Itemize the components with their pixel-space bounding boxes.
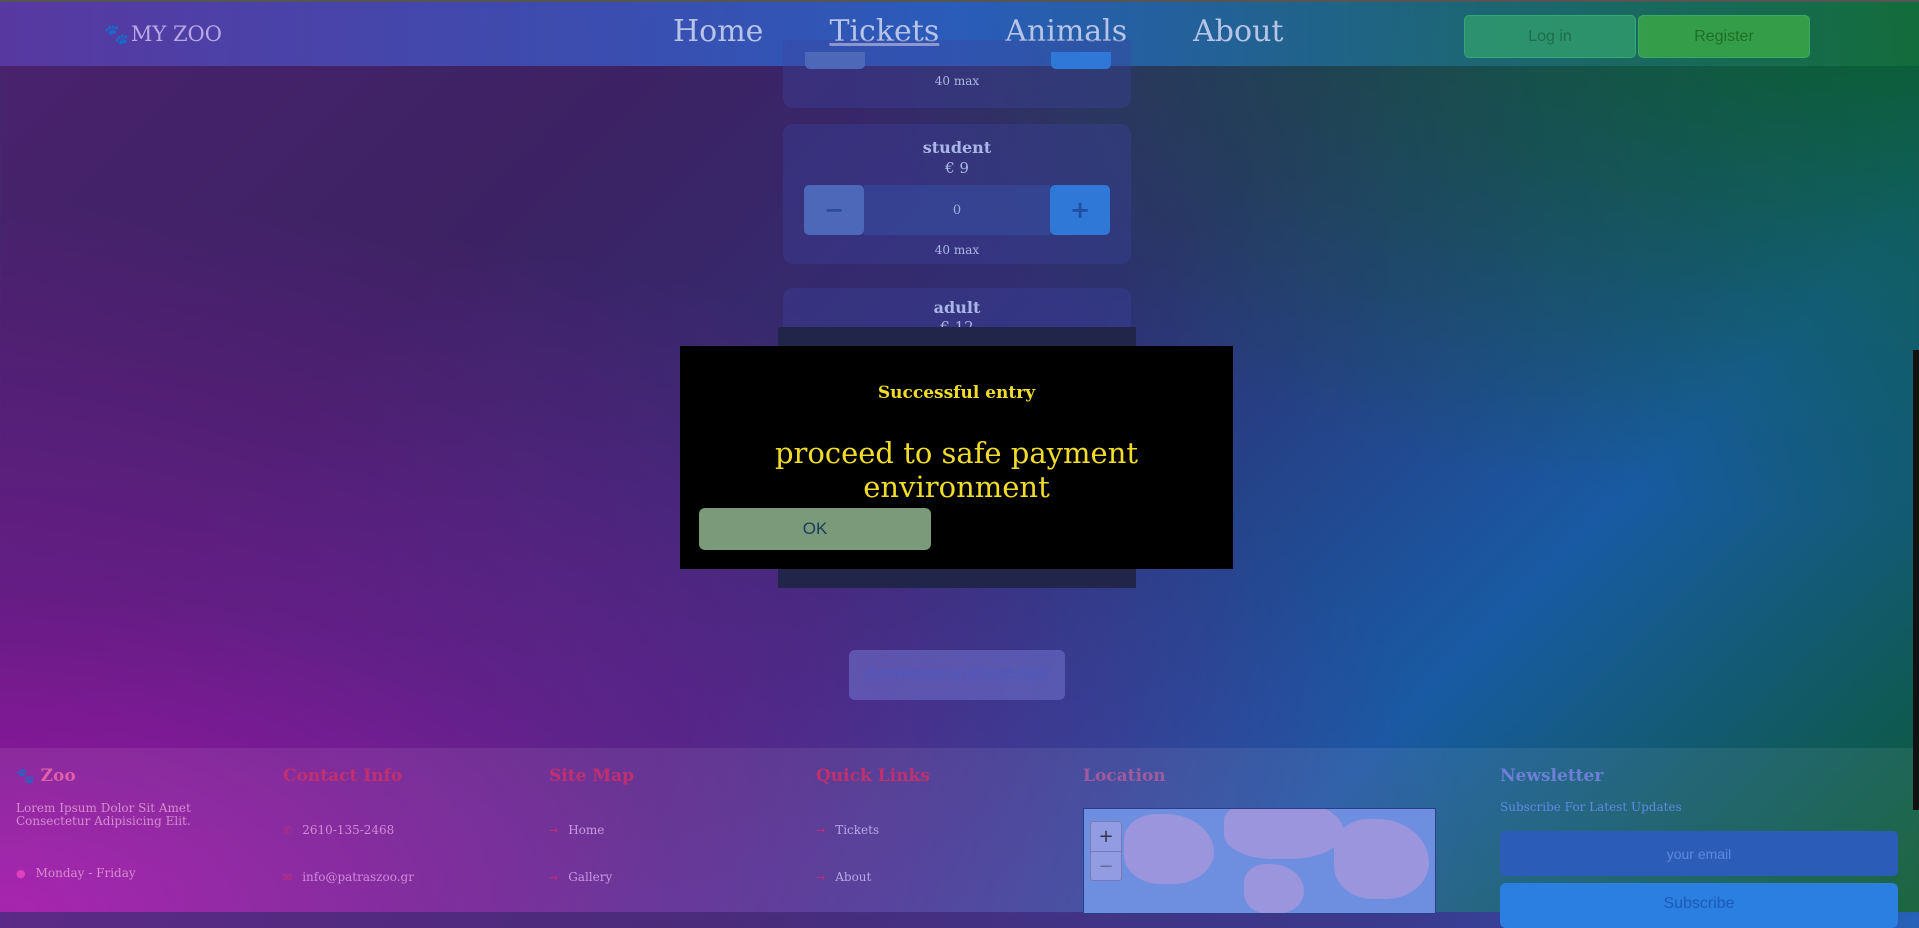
footer-newsletter-column: Newsletter Subscribe For Latest Updates <box>1500 766 1682 814</box>
map-land <box>1124 814 1214 884</box>
footer-hours: ● Monday - Friday <box>16 866 136 880</box>
map-land <box>1244 864 1304 913</box>
dialog-message: proceed to safe payment environment <box>774 436 1139 504</box>
zoom-out-button[interactable]: − <box>1091 851 1121 881</box>
footer-link-about[interactable]: → About <box>816 870 871 884</box>
footer-zoo-title: 🐾 Zoo <box>16 766 76 786</box>
footer-phone[interactable]: ✆ 2610-135-2468 <box>283 823 394 837</box>
login-button[interactable]: Log in <box>1464 15 1636 58</box>
plus-button[interactable]: + <box>1050 185 1110 235</box>
arrow-right-icon: → <box>549 824 559 837</box>
site-logo[interactable]: 🐾MY ZOO <box>104 22 222 46</box>
clock-icon: ● <box>16 867 26 880</box>
footer-zoo-text: Lorem Ipsum Dolor Sit Amet Consectetur A… <box>16 801 191 828</box>
quantity-stepper: − 0 + <box>783 185 1131 237</box>
footer-link-gallery[interactable]: → Gallery <box>549 870 612 884</box>
phone-icon: ✆ <box>283 824 293 837</box>
dialog-title: Successful entry <box>877 383 1036 403</box>
ticket-card-student: student € 9 − 0 + 40 max <box>783 124 1131 264</box>
ticket-name: student <box>922 138 992 157</box>
footer-newsletter-title: Newsletter <box>1500 766 1604 786</box>
footer-email[interactable]: ✉ info@patraszoo.gr <box>283 870 414 884</box>
map-zoom-control: + − <box>1090 821 1122 881</box>
footer-location-column: Location <box>1083 766 1166 786</box>
success-dialog: Successful entry proceed to safe payment… <box>680 346 1233 569</box>
footer-sitemap-title: Site Map <box>549 766 635 786</box>
footer-contact-column: Contact Info <box>283 766 402 786</box>
paw-icon: 🐾 <box>104 22 129 46</box>
footer-link-home[interactable]: → Home <box>549 823 604 837</box>
max-label-previous: 40 max <box>934 74 980 88</box>
location-map[interactable]: + − <box>1083 808 1436 914</box>
map-land <box>1334 819 1429 899</box>
subscribe-button[interactable]: Subscribe <box>1500 883 1898 928</box>
minus-button-previous[interactable] <box>805 52 865 69</box>
ticket-name-adult: adult <box>933 298 981 317</box>
footer-zoo-column: 🐾 Zoo Lorem Ipsum Dolor Sit Amet Consect… <box>16 766 256 828</box>
arrow-right-icon: → <box>549 871 559 884</box>
ticket-price: € 9 <box>945 159 969 177</box>
footer-location-title: Location <box>1083 766 1166 786</box>
nav-home[interactable]: Home <box>673 14 763 49</box>
footer-contact-title: Contact Info <box>283 766 403 786</box>
paw-icon: 🐾 <box>16 767 35 785</box>
envelope-icon: ✉ <box>283 871 293 884</box>
footer-quicklinks-title: Quick Links <box>816 766 930 786</box>
zoom-in-button[interactable]: + <box>1091 822 1121 851</box>
arrow-right-icon: → <box>816 871 826 884</box>
admin-dashboard-button[interactable]: Administration Dashboard <box>849 650 1065 700</box>
arrow-right-icon: → <box>816 824 826 837</box>
minus-button[interactable]: − <box>804 185 864 235</box>
newsletter-email-input[interactable]: your email <box>1500 831 1898 876</box>
quantity-input[interactable]: 0 <box>864 185 1050 235</box>
footer-sitemap-column: Site Map <box>549 766 634 786</box>
max-label: 40 max <box>934 243 980 257</box>
register-button[interactable]: Register <box>1638 15 1810 58</box>
footer-quicklinks-column: Quick Links <box>816 766 930 786</box>
newsletter-subtitle: Subscribe For Latest Updates <box>1500 800 1682 814</box>
scrollbar[interactable] <box>1913 350 1919 810</box>
map-land <box>1224 809 1344 859</box>
nav-about[interactable]: About <box>1193 14 1283 49</box>
footer-link-tickets[interactable]: → Tickets <box>816 823 879 837</box>
ok-button[interactable]: OK <box>699 508 931 550</box>
plus-button-previous[interactable] <box>1051 52 1111 69</box>
